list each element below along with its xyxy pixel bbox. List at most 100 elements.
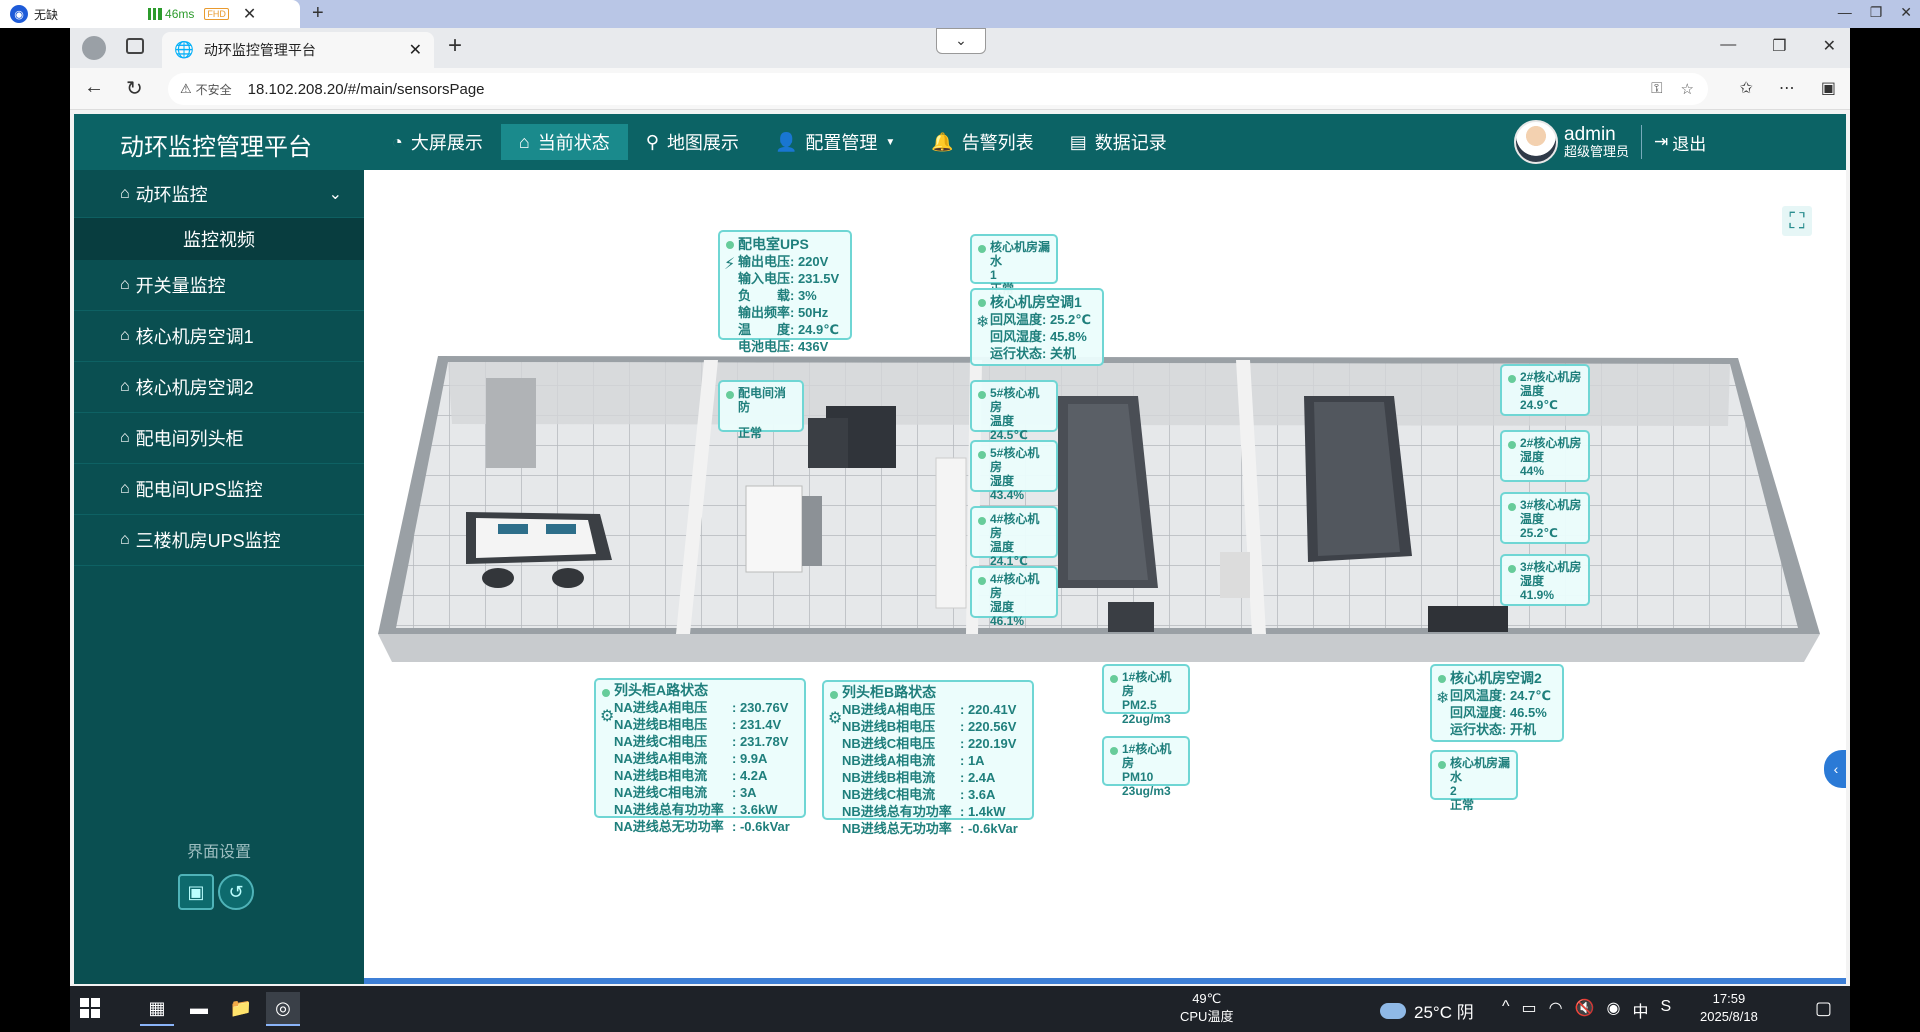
- home-icon: ⌂: [120, 531, 130, 548]
- chevron-up-icon[interactable]: ^: [1502, 998, 1510, 1022]
- user-icon: 👤: [774, 131, 798, 152]
- room4-humidity-card[interactable]: 4#核心机房 湿度 46.1%: [970, 566, 1058, 628]
- ac2-card[interactable]: ❄ 核心机房空调2 回风温度: 24.7℃ 回风湿度: 46.5% 运行状态: …: [1430, 664, 1564, 742]
- security-icon[interactable]: ◉: [1607, 998, 1621, 1022]
- cabinet-row-value: : 1A: [960, 753, 985, 768]
- close-icon[interactable]: ✕: [243, 4, 256, 24]
- browser-window: 🌐 动环监控管理平台 ✕ + ⌄ — ❐ ✕ ← ↻ ⚠ 不安全 18.102.2…: [70, 28, 1850, 986]
- reload-icon[interactable]: ↻: [126, 76, 143, 101]
- security-indicator[interactable]: ⚠ 不安全: [180, 81, 232, 98]
- cabinet-b-card[interactable]: ⚙ 列头柜B路状态 NB进线A相电压: 220.41V NB进线B相电压: 220…: [822, 680, 1034, 836]
- logout-button[interactable]: ⇥ 退出: [1654, 130, 1706, 155]
- chart-icon: ▤: [1069, 131, 1087, 152]
- new-tab-button[interactable]: +: [448, 32, 462, 60]
- sidebar-group-monitoring[interactable]: ⌂ 动环监控 ⌄: [74, 170, 364, 218]
- fire-card[interactable]: 配电间消防 正常: [718, 380, 804, 440]
- reset-setting-icon[interactable]: ↺: [218, 874, 254, 910]
- ime-indicator[interactable]: 中: [1633, 998, 1649, 1022]
- sidebar-item-ups3[interactable]: ⌂ 三楼机房UPS监控: [74, 515, 364, 566]
- minimize-icon[interactable]: —: [1720, 36, 1736, 56]
- cabinet-row-value: : 231.78V: [732, 734, 789, 749]
- folder-app-icon[interactable]: 📁: [224, 992, 258, 1026]
- sidebar-item-cabinet[interactable]: ⌂ 配电间列头柜: [74, 413, 364, 464]
- room3-humidity-card[interactable]: 3#核心机房 湿度 41.9%: [1500, 554, 1590, 606]
- cabinet-row-key: NB进线B相电流: [842, 770, 936, 785]
- sensor-kind: 温度: [1520, 384, 1545, 398]
- ups-row: 温 度: 24.9℃: [738, 322, 839, 337]
- menu-dashboard[interactable]: ◔ 大屏展示: [374, 124, 501, 160]
- leak-card-2[interactable]: 核心机房漏水 2 正常: [1430, 750, 1518, 812]
- room5-temp-card[interactable]: 5#核心机房 温度 24.5℃: [970, 380, 1058, 442]
- avatar[interactable]: [1514, 120, 1558, 164]
- edge-app-icon[interactable]: ◎: [266, 992, 300, 1026]
- volume-mute-icon[interactable]: 🔇: [1575, 998, 1595, 1022]
- sidebar-item-ups[interactable]: ⌂ 配电间UPS监控: [74, 464, 364, 515]
- close-icon[interactable]: ✕: [1823, 36, 1836, 56]
- wifi-icon[interactable]: ◠: [1549, 998, 1563, 1022]
- cabinet-row: NB进线B相电流: 2.4A: [842, 769, 1026, 786]
- menu-map[interactable]: ⚲ 地图展示: [628, 124, 757, 160]
- more-icon[interactable]: ⋯: [1779, 78, 1795, 98]
- back-icon[interactable]: ←: [84, 76, 104, 99]
- browser-tab[interactable]: 🌐 动环监控管理平台 ✕: [162, 32, 434, 68]
- clock[interactable]: 17:59 2025/8/18: [1700, 990, 1758, 1026]
- room4-temp-card[interactable]: 4#核心机房 温度 24.1℃: [970, 506, 1058, 568]
- url-text[interactable]: 18.102.208.20/#/main/sensorsPage: [248, 81, 485, 98]
- chevron-down-icon[interactable]: ⌄: [936, 28, 986, 54]
- user-info[interactable]: admin 超级管理员: [1564, 125, 1629, 159]
- chevron-left-icon[interactable]: ‹: [1824, 750, 1846, 788]
- home-icon: ⌂: [120, 480, 130, 497]
- layout-setting-icon[interactable]: ▣: [178, 874, 214, 910]
- leak-card-1[interactable]: 核心机房漏水 1 正常: [970, 234, 1058, 296]
- close-icon[interactable]: ✕: [1900, 4, 1912, 21]
- menu-current-status[interactable]: ⌂ 当前状态: [500, 124, 628, 160]
- room5-humidity-card[interactable]: 5#核心机房 湿度 43.4%: [970, 440, 1058, 502]
- quality-badge[interactable]: FHD: [204, 8, 229, 20]
- sensor-title: 2#核心机房: [1520, 436, 1582, 450]
- key-icon[interactable]: ⚿: [1651, 80, 1662, 98]
- pm10-card[interactable]: 1#核心机房 PM10 23ug/m3: [1102, 736, 1190, 798]
- restore-icon[interactable]: ❐: [1772, 36, 1786, 56]
- notification-icon[interactable]: ▢: [1815, 998, 1832, 1019]
- taskbar: ▦ ▬ 📁 ◎ 49℃ CPU温度 25°C 阴 ^ ▭ ◠ 🔇 ◉ 中 S 1…: [70, 986, 1850, 1032]
- room2-temp-card[interactable]: 2#核心机房 温度 24.9℃: [1500, 364, 1590, 416]
- status-dot: [726, 391, 734, 399]
- url-field[interactable]: ⚠ 不安全 18.102.208.20/#/main/sensorsPage ⚿ …: [168, 73, 1708, 105]
- remote-tab[interactable]: ◉ 无缺 46ms FHD ✕: [0, 0, 300, 28]
- menu-records[interactable]: ▤ 数据记录: [1052, 124, 1185, 160]
- menu-config[interactable]: 👤 配置管理 ▼: [757, 124, 913, 160]
- battery-icon[interactable]: ▭: [1522, 998, 1537, 1022]
- store-app-icon[interactable]: ▦: [140, 992, 174, 1026]
- sensor-title: 2#核心机房: [1520, 370, 1582, 384]
- favorites-icon[interactable]: ✩: [1739, 78, 1752, 98]
- sensor-title: 3#核心机房: [1520, 498, 1582, 512]
- sidebar-toggle-icon[interactable]: ▣: [1821, 78, 1836, 98]
- fullscreen-icon[interactable]: ⛶: [1782, 206, 1812, 236]
- sidebar-item-ac2[interactable]: ⌂ 核心机房空调2: [74, 362, 364, 413]
- ups-card[interactable]: ⚡ 配电室UPS 输出电压: 220V 输入电压: 231.5V 负 载: 3%…: [718, 230, 852, 354]
- sidebar-item-ac1[interactable]: ⌂ 核心机房空调1: [74, 311, 364, 362]
- sidebar-item-switch[interactable]: ⌂ 开关量监控: [74, 260, 364, 311]
- input-method-icon[interactable]: S: [1661, 998, 1672, 1022]
- profile-icon[interactable]: [82, 36, 106, 60]
- pm25-card[interactable]: 1#核心机房 PM2.5 22ug/m3: [1102, 664, 1190, 726]
- tab-actions-icon[interactable]: [126, 38, 144, 54]
- sensor-value: 24.9℃: [1520, 398, 1558, 412]
- restore-icon[interactable]: ❐: [1870, 4, 1883, 21]
- cabinet-a-card[interactable]: ⚙ 列头柜A路状态 NA进线A相电压: 230.76V NA进线B相电压: 231…: [594, 678, 806, 834]
- room2-humidity-card[interactable]: 2#核心机房 湿度 44%: [1500, 430, 1590, 482]
- weather-widget[interactable]: 25°C 阴: [1380, 998, 1474, 1023]
- sidebar-item-video[interactable]: 监控视频: [74, 218, 364, 260]
- ac1-card[interactable]: ❄ 核心机房空调1 回风温度: 25.2℃ 回风湿度: 45.8% 运行状态: …: [970, 288, 1104, 366]
- minimize-icon[interactable]: —: [1838, 4, 1852, 21]
- cabinet-row-value: : 9.9A: [732, 751, 768, 766]
- status-dot: [978, 577, 986, 585]
- windows-start-icon[interactable]: [80, 998, 100, 1018]
- status-dot: [978, 391, 986, 399]
- new-session-button[interactable]: +: [312, 2, 324, 25]
- terminal-app-icon[interactable]: ▬: [182, 992, 216, 1026]
- room3-temp-card[interactable]: 3#核心机房 温度 25.2℃: [1500, 492, 1590, 544]
- close-tab-icon[interactable]: ✕: [409, 40, 422, 60]
- star-icon[interactable]: ☆: [1681, 80, 1694, 98]
- menu-alarms[interactable]: 🔔 告警列表: [913, 124, 1051, 160]
